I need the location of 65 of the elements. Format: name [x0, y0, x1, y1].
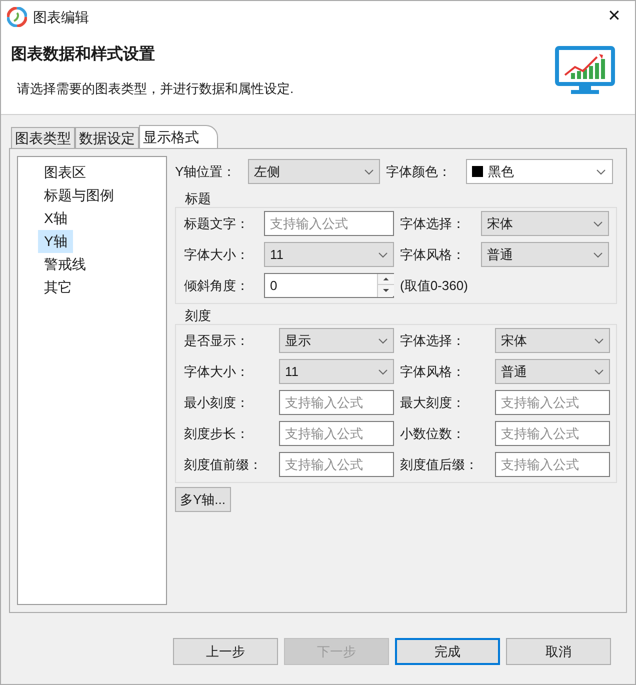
- chevron-down-icon: [593, 252, 603, 258]
- field-label: 最大刻度：: [400, 394, 466, 412]
- field-label: 刻度值后缀：: [400, 456, 479, 474]
- field-label: 字体大小：: [184, 362, 250, 381]
- dropdown[interactable]: 11: [264, 242, 394, 267]
- number-spinner[interactable]: 0: [264, 273, 394, 298]
- field-label: 小数位数：: [400, 424, 466, 443]
- group-heading: 标题: [184, 191, 212, 207]
- dropdown[interactable]: 普通: [481, 242, 609, 267]
- field-label: 倾斜角度：: [184, 276, 250, 295]
- nav-item[interactable]: 图表区: [38, 161, 92, 184]
- dropdown[interactable]: 普通: [495, 359, 610, 384]
- tab[interactable]: 显示格式: [139, 125, 218, 148]
- input-field[interactable]: 支持输入公式: [495, 390, 610, 415]
- field-label: 字体大小：: [184, 246, 250, 264]
- tab[interactable]: 数据设定: [75, 127, 139, 148]
- chevron-down-icon: [594, 368, 604, 374]
- input-field[interactable]: 支持输入公式: [495, 452, 610, 477]
- input-field[interactable]: 支持输入公式: [279, 390, 394, 415]
- dropdown[interactable]: 11: [279, 359, 394, 384]
- field-label: 字体风格：: [400, 246, 466, 264]
- app-logo-icon: [7, 7, 27, 27]
- input-field[interactable]: 支持输入公式: [264, 211, 394, 236]
- field-label: 字体颜色：: [386, 162, 452, 181]
- nav-item[interactable]: Y轴: [38, 230, 74, 253]
- nav-item[interactable]: 警戒线: [38, 253, 92, 276]
- field-label: 字体选择：: [400, 332, 466, 350]
- input-field[interactable]: 支持输入公式: [495, 421, 610, 446]
- nav-item[interactable]: 标题与图例: [38, 184, 120, 207]
- group-heading: 刻度: [184, 308, 212, 324]
- input-field[interactable]: 支持输入公式: [279, 421, 394, 446]
- field-label: 标题文字：: [184, 214, 250, 233]
- dropdown[interactable]: 宋体: [481, 211, 609, 236]
- nav-item[interactable]: 其它: [38, 276, 78, 299]
- input-field[interactable]: 支持输入公式: [279, 452, 394, 477]
- field-label: 刻度值前缀：: [184, 456, 263, 474]
- multi-axis-button[interactable]: 多Y轴...: [175, 487, 231, 512]
- chevron-down-icon: [364, 168, 374, 174]
- chevron-down-icon: [378, 252, 388, 258]
- field-label: 刻度步长：: [184, 424, 250, 443]
- dialog-button[interactable]: 上一步: [173, 638, 278, 665]
- header-subtitle: 请选择需要的图表类型，并进行数据和属性设定.: [16, 80, 294, 98]
- dialog-button[interactable]: 完成: [395, 638, 500, 665]
- nav-item[interactable]: X轴: [38, 207, 74, 230]
- range-hint: (取值0-360): [400, 276, 468, 295]
- field-label: 是否显示：: [184, 332, 250, 350]
- field-label: 字体选择：: [400, 214, 466, 233]
- chevron-down-icon: [594, 338, 604, 344]
- header-title: 图表数据和样式设置: [11, 44, 156, 65]
- dropdown[interactable]: 宋体: [495, 328, 610, 353]
- dropdown[interactable]: 左侧: [248, 159, 380, 184]
- chevron-down-icon: [596, 168, 606, 174]
- chevron-down-icon: [593, 220, 603, 226]
- dialog-button[interactable]: 取消: [506, 638, 611, 665]
- tab[interactable]: 图表类型: [11, 127, 75, 148]
- field-label: 最小刻度：: [184, 394, 250, 412]
- field-label: 字体风格：: [400, 362, 466, 381]
- chevron-down-icon: [378, 368, 388, 374]
- monitor-chart-icon: [555, 45, 615, 97]
- close-button[interactable]: ✕: [599, 4, 629, 30]
- chevron-down-icon: [378, 338, 388, 344]
- window-title: 图表编辑: [33, 8, 89, 26]
- dropdown[interactable]: 显示: [279, 328, 394, 353]
- color-dropdown[interactable]: 黑色: [466, 159, 613, 184]
- field-label: Y轴位置：: [175, 162, 237, 181]
